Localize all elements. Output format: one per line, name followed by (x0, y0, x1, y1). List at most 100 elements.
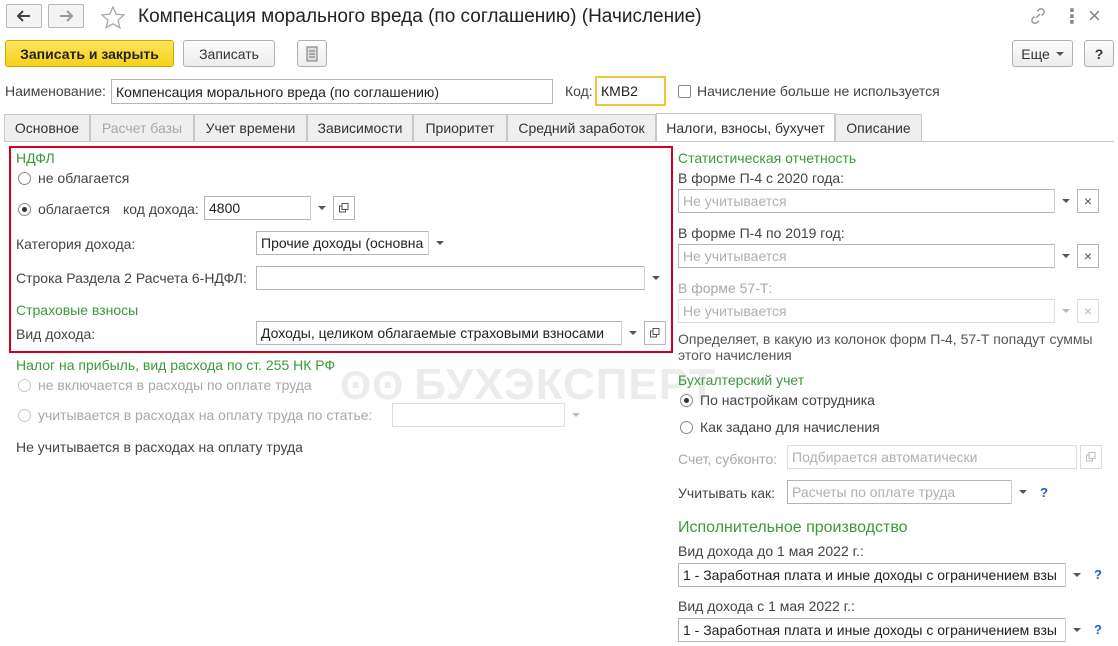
window-title: Компенсация морального вреда (по соглаше… (138, 6, 702, 27)
favorite-star-icon[interactable] (100, 5, 126, 32)
enforcement-after-dropdown[interactable] (1065, 618, 1087, 642)
close-icon[interactable]: × (1088, 3, 1101, 29)
p4-2020-field[interactable]: Не учитывается (678, 189, 1076, 213)
name-field[interactable]: Компенсация морального вреда (по соглаше… (111, 79, 553, 104)
ndfl-not-taxed-label: не облагается (38, 170, 130, 186)
tab-time-accounting[interactable]: Учет времени (194, 114, 307, 141)
tab-dependencies[interactable]: Зависимости (307, 114, 413, 141)
income-category-dropdown[interactable] (428, 231, 450, 255)
income-code-label: код дохода: (123, 201, 199, 217)
accounting-by-employee-label: По настройкам сотрудника (700, 392, 875, 408)
f57-clear-button[interactable]: × (1077, 299, 1099, 323)
clear-icon: × (1083, 193, 1093, 209)
consider-as-label: Учитывать как: (678, 485, 776, 501)
owl-logo-icon: ʘʘ (340, 364, 405, 408)
tab-priority[interactable]: Приоритет (413, 114, 507, 141)
not-used-checkbox[interactable] (678, 85, 691, 98)
insurance-income-type-open-button[interactable] (644, 321, 666, 345)
open-form-icon (650, 328, 660, 338)
profit-tax-included-label: учитывается в расходах на оплату труда п… (38, 407, 373, 423)
f57-dropdown[interactable] (1054, 299, 1076, 323)
enforcement-before-field[interactable]: 1 - Заработная плата и иные доходы с огр… (678, 563, 1087, 587)
section2-field[interactable] (256, 266, 666, 290)
open-form-icon (339, 203, 349, 213)
enforcement-after-label: Вид дохода с 1 мая 2022 г.: (678, 598, 855, 614)
p4-2019-dropdown[interactable] (1054, 244, 1076, 268)
f57-field[interactable]: Не учитывается (678, 299, 1076, 323)
section2-dropdown[interactable] (644, 266, 666, 290)
report-button[interactable] (297, 40, 327, 67)
p4-2019-label: В форме П-4 по 2019 год: (678, 225, 845, 241)
income-category-field[interactable]: Прочие доходы (основна (256, 231, 450, 255)
ndfl-not-taxed-radio[interactable] (18, 172, 31, 185)
account-label: Счет, субконто: (678, 451, 778, 467)
arrow-right-icon (60, 10, 74, 22)
tab-base-calc[interactable]: Расчет базы (90, 114, 194, 141)
code-label: Код: (565, 83, 593, 99)
tab-description[interactable]: Описание (835, 114, 922, 141)
enforcement-before-help-icon[interactable]: ? (1094, 567, 1102, 582)
open-form-icon (1086, 452, 1096, 462)
document-list-icon (306, 46, 318, 61)
stat-note-line1: Определяет, в какую из колонок форм П-4,… (678, 331, 1093, 347)
enforcement-before-label: Вид дохода до 1 мая 2022 г.: (678, 543, 864, 559)
insurance-section-title: Страховые взносы (16, 302, 139, 318)
arrow-left-icon (16, 10, 30, 22)
accounting-as-accrual-label: Как задано для начисления (700, 419, 880, 435)
tab-average-earnings[interactable]: Средний заработок (507, 114, 656, 141)
more-label: Еще (1021, 45, 1050, 62)
profit-tax-note: Не учитывается в расходах на оплату труд… (16, 439, 303, 455)
name-label: Наименование: (5, 83, 106, 99)
help-button[interactable]: ? (1084, 40, 1114, 67)
save-button[interactable]: Записать (183, 40, 275, 67)
accounting-as-accrual-radio[interactable] (680, 421, 693, 434)
income-code-open-button[interactable] (333, 196, 355, 220)
more-menu-icon[interactable]: ⋮ (1062, 4, 1082, 29)
accounting-by-employee-radio[interactable] (680, 394, 693, 407)
ndfl-section-title: НДФЛ (16, 150, 55, 166)
forward-button[interactable] (48, 4, 84, 28)
link-icon[interactable] (1028, 6, 1048, 29)
not-used-label: Начисление больше не используется (697, 83, 940, 99)
enforcement-section-title: Исполнительное производство (678, 519, 908, 536)
p4-2020-label: В форме П-4 с 2020 года: (678, 170, 845, 186)
ndfl-taxed-radio[interactable] (18, 203, 31, 216)
more-button[interactable]: Еще (1012, 40, 1073, 67)
tab-divider (4, 141, 1114, 142)
profit-tax-section-title: Налог на прибыль, вид расхода по ст. 255… (16, 357, 336, 373)
code-field[interactable]: КМВ2 (595, 76, 666, 106)
stat-note-line2: этого начисления (678, 347, 792, 363)
insurance-income-type-label: Вид дохода: (16, 326, 96, 342)
profit-tax-included-radio[interactable] (18, 409, 31, 422)
account-open-button[interactable] (1080, 445, 1102, 469)
enforcement-after-field[interactable]: 1 - Заработная плата и иные доходы с огр… (678, 618, 1087, 642)
profit-tax-not-included-radio[interactable] (18, 379, 31, 392)
clear-icon: × (1083, 303, 1093, 319)
watermark-text: БУХЭКСПЕРТ (414, 360, 717, 409)
p4-2020-dropdown[interactable] (1054, 189, 1076, 213)
accounting-section-title: Бухгалтерский учет (678, 372, 805, 388)
f57-label: В форме 57-Т: (678, 280, 773, 296)
income-code-dropdown[interactable] (310, 196, 332, 220)
account-field[interactable]: Подбирается автоматически (787, 445, 1077, 469)
consider-as-help-icon[interactable]: ? (1040, 485, 1048, 500)
insurance-income-type-field[interactable]: Доходы, целиком облагаемые страховыми вз… (256, 321, 643, 345)
enforcement-after-help-icon[interactable]: ? (1094, 622, 1102, 637)
back-button[interactable] (6, 4, 42, 28)
chevron-down-icon (1055, 51, 1064, 56)
tab-taxes[interactable]: Налоги, взносы, бухучет (656, 113, 835, 142)
tab-main[interactable]: Основное (4, 114, 90, 141)
profit-tax-article-field[interactable] (392, 403, 586, 427)
p4-2019-clear-button[interactable]: × (1077, 244, 1099, 268)
consider-as-field[interactable]: Расчеты по оплате труда (787, 480, 1033, 504)
section2-label: Строка Раздела 2 Расчета 6-НДФЛ: (16, 270, 247, 286)
profit-tax-article-dropdown[interactable] (564, 403, 586, 427)
enforcement-before-dropdown[interactable] (1065, 563, 1087, 587)
profit-tax-not-included-label: не включается в расходы по оплате труда (38, 377, 312, 393)
insurance-income-type-dropdown[interactable] (621, 321, 643, 345)
save-and-close-button[interactable]: Записать и закрыть (5, 40, 174, 67)
p4-2020-clear-button[interactable]: × (1077, 189, 1099, 213)
p4-2019-field[interactable]: Не учитывается (678, 244, 1076, 268)
consider-as-dropdown[interactable] (1011, 480, 1033, 504)
stat-section-title: Статистическая отчетность (678, 150, 857, 166)
